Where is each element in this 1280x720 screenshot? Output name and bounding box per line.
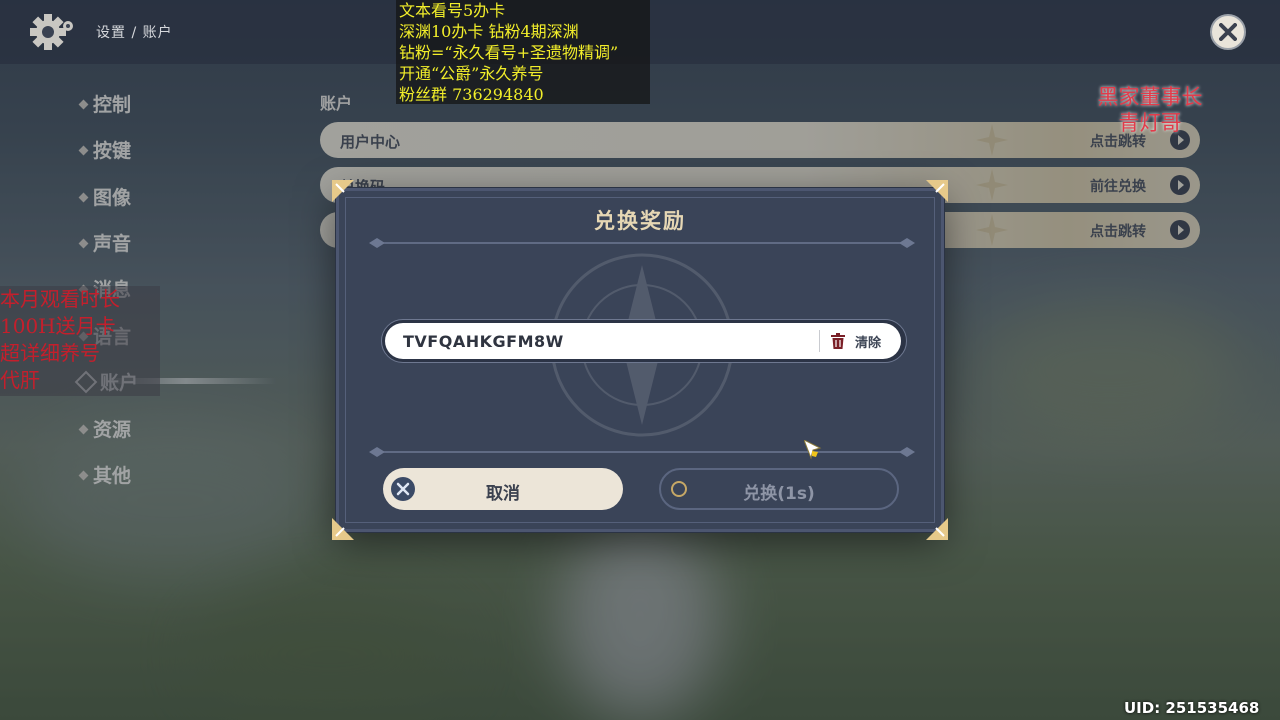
dialog-title: 兑换奖励 bbox=[594, 209, 686, 233]
stream-overlay-right: 黑家董事长 青灯哥 bbox=[1080, 84, 1220, 136]
overlay-line: 钻粉=“永久看号+圣遗物精调” bbox=[399, 43, 619, 62]
redeem-dialog: 兑换奖励 TVFQAHKGFM8W 清除 取消 兑换(1s) bbox=[336, 188, 944, 532]
trash-icon bbox=[831, 333, 845, 349]
redeem-code-input[interactable]: TVFQAHKGFM8W 清除 bbox=[385, 323, 901, 359]
overlay-line: 黑家董事长 bbox=[1097, 85, 1203, 109]
code-value: TVFQAHKGFM8W bbox=[403, 332, 564, 351]
breadcrumb: 设置 / 账户 bbox=[96, 25, 173, 41]
redeem-label: 兑换(1s) bbox=[743, 484, 815, 504]
overlay-line: 开通“公爵”永久养号 bbox=[399, 64, 544, 83]
overlay-line: 100H送月卡 bbox=[0, 314, 116, 338]
clear-button[interactable]: 清除 bbox=[831, 330, 893, 352]
uid-label: UID: 251535468 bbox=[1124, 699, 1260, 717]
overlay-line: 深渊10办卡 钻粉4期深渊 bbox=[399, 22, 579, 41]
overlay-line: 超详细养号 bbox=[0, 341, 100, 365]
corner-ornament-icon bbox=[926, 180, 948, 202]
corner-ornament-icon bbox=[926, 518, 948, 540]
ornament-divider bbox=[369, 238, 915, 248]
corner-ornament-icon bbox=[332, 518, 354, 540]
gear-icon bbox=[26, 12, 74, 52]
corner-ornament-icon bbox=[332, 180, 354, 202]
overlay-line: 粉丝群 736294840 bbox=[399, 85, 544, 104]
clear-label: 清除 bbox=[855, 336, 882, 351]
close-icon bbox=[1219, 23, 1237, 41]
overlay-line: 代肝 bbox=[0, 368, 40, 392]
cancel-label: 取消 bbox=[486, 484, 520, 504]
overlay-line: 本月观看时长 bbox=[0, 287, 120, 311]
ornament-divider bbox=[369, 447, 915, 457]
overlay-line: 文本看号5办卡 bbox=[399, 1, 506, 20]
close-button[interactable] bbox=[1210, 14, 1246, 50]
cancel-button[interactable]: 取消 bbox=[383, 468, 623, 510]
input-separator bbox=[819, 330, 820, 352]
stream-overlay-left: 本月观看时长 100H送月卡 超详细养号 代肝 bbox=[0, 286, 160, 396]
cursor-icon bbox=[804, 440, 822, 460]
redeem-button[interactable]: 兑换(1s) bbox=[659, 468, 899, 510]
overlay-line: 青灯哥 bbox=[1118, 111, 1182, 135]
stream-overlay-top: 文本看号5办卡 深渊10办卡 钻粉4期深渊 钻粉=“永久看号+圣遗物精调” 开通… bbox=[396, 0, 650, 104]
